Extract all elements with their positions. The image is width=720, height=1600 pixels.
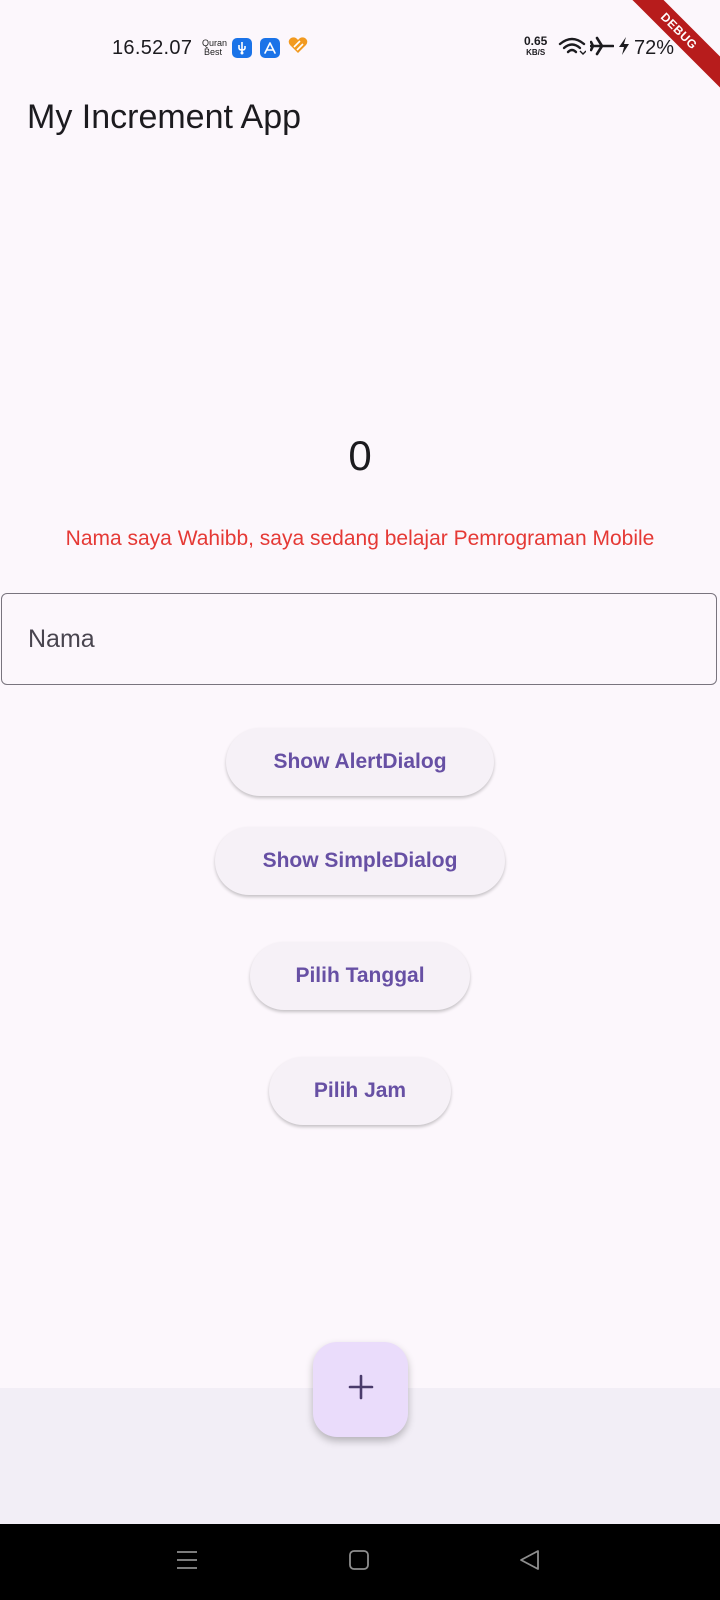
add-icon [347,1373,375,1406]
app-title: My Increment App [27,98,302,136]
battery-level: 72% [634,37,675,59]
increment-fab[interactable] [313,1342,408,1437]
wifi-icon [558,36,587,61]
recent-apps-button[interactable] [171,1546,203,1578]
home-button[interactable] [343,1546,375,1578]
app-screen: 16.52.07 Quran Best 0.65 KB/S 72% DEBUG … [0,0,720,1600]
app-store-icon [260,37,280,58]
status-bar: 16.52.07 Quran Best 0.65 KB/S 72% [0,0,720,80]
system-status-icons: 72% [558,36,674,61]
network-speed-unit: KB/S [526,48,546,57]
usb-icon [232,37,252,58]
intro-text: Nama saya Wahibb, saya sedang belajar Pe… [65,527,655,550]
network-speed-value: 0.65 [524,34,548,48]
name-input[interactable]: Nama [1,593,717,685]
home-icon [347,1548,371,1577]
quran-app-icon: Quran Best [202,38,227,57]
system-navigation-bar [0,1524,720,1600]
airplane-mode-icon [589,36,615,61]
quran-icon-line2: Best [203,46,222,57]
menu-icon [175,1548,199,1577]
show-alert-dialog-button[interactable]: Show AlertDialog [226,728,494,796]
back-button[interactable] [514,1546,546,1578]
network-speed: 0.65 KB/S [524,34,548,58]
notification-icons: Quran Best [202,36,308,59]
pick-time-button[interactable]: Pilih Jam [269,1057,451,1125]
back-icon [518,1548,542,1577]
heart-app-icon [288,36,308,59]
status-time: 16.52.07 [112,37,193,59]
name-input-placeholder: Nama [28,624,95,653]
counter-value: 0 [348,432,372,479]
charging-icon [618,36,630,61]
show-simple-dialog-button[interactable]: Show SimpleDialog [215,827,505,895]
pick-date-button[interactable]: Pilih Tanggal [250,942,470,1010]
